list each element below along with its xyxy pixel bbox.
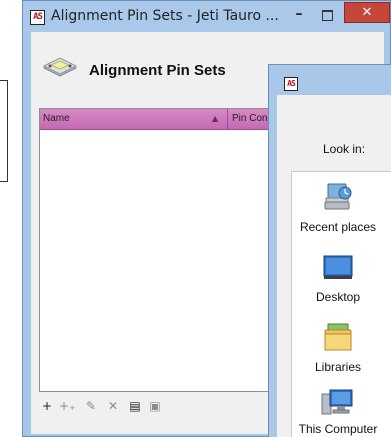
place-desktop[interactable]: Desktop — [292, 250, 391, 308]
title-bar[interactable]: AS Alignment Pin Sets - Jeti Tauro ... –… — [23, 1, 390, 33]
computer-icon — [321, 389, 353, 415]
recent-places-icon — [324, 183, 352, 210]
places-bar: Recent places Desktop Libraries This Com… — [291, 171, 391, 437]
add-icon[interactable]: + — [39, 398, 55, 414]
edit-icon[interactable]: ✎ — [83, 398, 99, 414]
column-header-name[interactable]: Name — [40, 109, 228, 129]
app-icon: AS — [30, 10, 45, 25]
delete-icon[interactable]: ✕ — [105, 398, 121, 414]
page-title: Alignment Pin Sets — [89, 62, 226, 79]
screen: AS Alignment Pin Sets - Jeti Tauro ... –… — [0, 0, 391, 437]
save-icon[interactable]: ▣ — [147, 398, 163, 414]
table-header: Name ▲ Pin Con — [40, 109, 284, 130]
place-recent-places[interactable]: Recent places — [292, 178, 391, 242]
place-label: Desktop — [315, 290, 361, 304]
pin-sets-table[interactable]: Name ▲ Pin Con — [39, 108, 285, 392]
place-label: Recent places — [299, 220, 377, 234]
import-icon[interactable]: ▤ — [127, 398, 143, 414]
place-label: Libraries — [314, 360, 362, 374]
place-label: This Computer — [298, 422, 378, 436]
look-in-label: Look in: — [323, 142, 366, 156]
place-this-computer[interactable]: This Computer — [292, 384, 391, 437]
dialog-client-area: Look in: Recent places Desktop Libraries… — [277, 95, 391, 437]
libraries-icon — [324, 323, 352, 351]
alignment-pin-set-icon — [42, 57, 78, 77]
desktop-icon — [323, 255, 353, 279]
maximize-button[interactable] — [314, 5, 340, 25]
background-window-edge — [0, 80, 8, 182]
add-multiple-icon[interactable]: +₊ — [59, 398, 75, 414]
minimize-button[interactable]: – — [286, 5, 312, 25]
close-button[interactable]: ✕ — [344, 2, 390, 23]
open-file-dialog: AS Look in: Recent places Desktop Librar… — [268, 64, 391, 437]
dialog-app-icon: AS — [284, 77, 298, 91]
window-title: Alignment Pin Sets - Jeti Tauro ... — [51, 8, 279, 24]
sort-ascending-icon: ▲ — [212, 114, 219, 123]
place-libraries[interactable]: Libraries — [292, 318, 391, 378]
